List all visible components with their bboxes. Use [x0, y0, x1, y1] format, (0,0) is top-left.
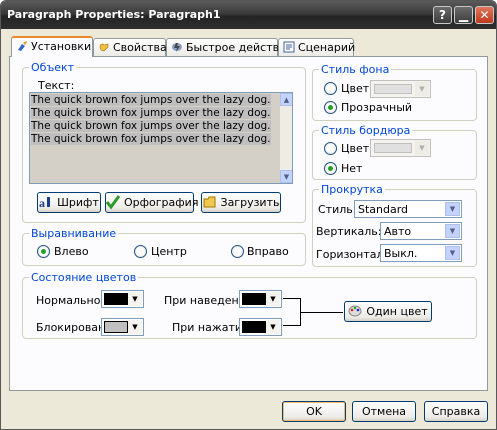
align-center-label: Центр — [151, 245, 187, 258]
pressed-color-select[interactable]: ▼ — [239, 318, 282, 336]
normal-color-select[interactable]: ▼ — [101, 290, 144, 308]
window-title: Paragraph Properties: Paragraph1 — [7, 8, 221, 21]
chevron-down-icon: ▼ — [266, 292, 280, 306]
normal-swatch — [104, 293, 128, 305]
scroll-legend: Прокрутка — [319, 183, 385, 196]
align-right-radio[interactable] — [231, 245, 244, 258]
border-color-label: Цвет — [341, 142, 370, 155]
border-color-picker[interactable]: ▼ — [370, 139, 431, 157]
close-button[interactable]: ✕ — [475, 6, 494, 24]
ok-button[interactable]: OK — [282, 401, 346, 422]
chevron-down-icon: ▼ — [445, 202, 460, 216]
alignment-legend: Выравнивание — [29, 227, 119, 240]
tab-quick-action[interactable]: Быстрое действие — [166, 38, 293, 56]
hand-icon — [99, 43, 109, 52]
align-center-radio[interactable] — [134, 245, 147, 258]
tab-label: Сценарий — [298, 41, 356, 54]
disabled-color-select[interactable]: ▼ — [101, 318, 144, 336]
font-icon: a — [39, 196, 51, 209]
align-left-radio[interactable] — [37, 245, 50, 258]
scroll-style-label: Стиль: — [318, 203, 357, 216]
one-color-button[interactable]: Один цвет — [344, 301, 432, 322]
hover-color-select[interactable]: ▼ — [239, 290, 282, 308]
dialog-window: Paragraph Properties: Paragraph1 ? ▁ ✕ У… — [0, 0, 497, 430]
chevron-down-icon: ▼ — [445, 224, 460, 238]
question-icon: ? — [439, 8, 446, 22]
bg-color-picker[interactable]: ▼ — [370, 80, 431, 98]
svg-text:a: a — [39, 196, 45, 209]
text-selection: The quick brown fox jumps over the lazy … — [31, 94, 271, 145]
font-button-label: Шрифт — [57, 196, 99, 209]
title-bar[interactable]: Paragraph Properties: Paragraph1 ? ▁ ✕ — [1, 1, 496, 29]
palette-icon — [348, 305, 362, 317]
text-input[interactable]: The quick brown fox jumps over the lazy … — [29, 92, 293, 184]
chevron-down-icon: ▼ — [128, 320, 142, 334]
spelling-button-label: Орфография — [124, 196, 199, 209]
bg-transparent-radio[interactable] — [324, 101, 337, 114]
chevron-down-icon: ▼ — [415, 82, 429, 96]
pressed-swatch — [242, 321, 266, 333]
chevron-down-icon: ▼ — [128, 292, 142, 306]
horizontal-value: Выкл. — [384, 247, 418, 260]
horizontal-select[interactable]: Выкл. ▼ — [380, 244, 462, 262]
tab-label: Установки — [31, 40, 92, 53]
vertical-value: Авто — [384, 225, 412, 238]
tab-settings[interactable]: Установки — [11, 36, 93, 57]
chevron-down-icon: ▼ — [266, 320, 280, 334]
border-style-legend: Стиль бордюра — [319, 124, 413, 137]
border-none-label: Нет — [341, 162, 363, 175]
normal-label: Нормальное: — [36, 294, 111, 307]
color-state-legend: Состояние цветов — [29, 271, 139, 284]
minimize-icon: ▁ — [458, 8, 469, 22]
checkmark-icon — [106, 195, 120, 209]
bg-color-radio[interactable] — [324, 82, 337, 95]
border-swatch — [374, 143, 412, 153]
bg-transparent-label: Прозрачный — [341, 101, 413, 114]
align-right-label: Вправо — [247, 245, 289, 258]
link-bracket — [283, 298, 301, 326]
disabled-swatch — [104, 321, 128, 333]
spelling-button[interactable]: Орфография — [105, 192, 198, 213]
cancel-button[interactable]: Отмена — [352, 401, 416, 422]
text-label: Текст: — [38, 79, 75, 92]
font-button[interactable]: a Шрифт — [37, 192, 101, 213]
hover-swatch — [242, 293, 266, 305]
folder-icon — [203, 196, 216, 208]
tab-label: Быстрое действие — [186, 41, 294, 54]
load-button[interactable]: Загрузить — [201, 192, 281, 213]
help-title-button[interactable]: ? — [433, 6, 452, 24]
border-none-radio[interactable] — [324, 162, 337, 175]
vertical-select[interactable]: Авто ▼ — [380, 222, 462, 240]
align-left-label: Влево — [54, 245, 89, 258]
load-button-label: Загрузить — [220, 196, 280, 209]
tab-properties[interactable]: Свойства — [93, 38, 167, 56]
tab-label: Свойства — [113, 41, 167, 54]
text-scrollbar[interactable]: ▲ ▼ — [279, 93, 292, 183]
one-color-label: Один цвет — [366, 305, 428, 318]
scroll-style-select[interactable]: Standard ▼ — [354, 200, 462, 218]
scroll-down-icon[interactable]: ▼ — [280, 170, 292, 183]
scroll-style-value: Standard — [358, 203, 409, 216]
bg-swatch — [374, 84, 412, 94]
scroll-up-icon[interactable]: ▲ — [280, 93, 292, 106]
border-color-radio[interactable] — [324, 142, 337, 155]
link-line — [301, 312, 343, 313]
help-button[interactable]: Справка — [424, 401, 488, 422]
lightning-icon — [172, 43, 182, 52]
minimize-button[interactable]: ▁ — [454, 6, 473, 24]
background-style-legend: Стиль фона — [319, 63, 392, 76]
object-legend: Объект — [29, 61, 77, 74]
chevron-down-icon: ▼ — [415, 141, 429, 155]
text-content: The quick brown fox jumps over the lazy … — [31, 94, 277, 146]
vertical-label: Вертикаль: — [316, 225, 382, 238]
tab-script[interactable]: Сценарий — [278, 38, 356, 56]
close-icon: ✕ — [479, 8, 490, 22]
bg-color-label: Цвет — [341, 82, 370, 95]
brush-icon — [18, 41, 27, 51]
chevron-down-icon: ▼ — [445, 246, 460, 260]
script-icon — [283, 41, 295, 53]
